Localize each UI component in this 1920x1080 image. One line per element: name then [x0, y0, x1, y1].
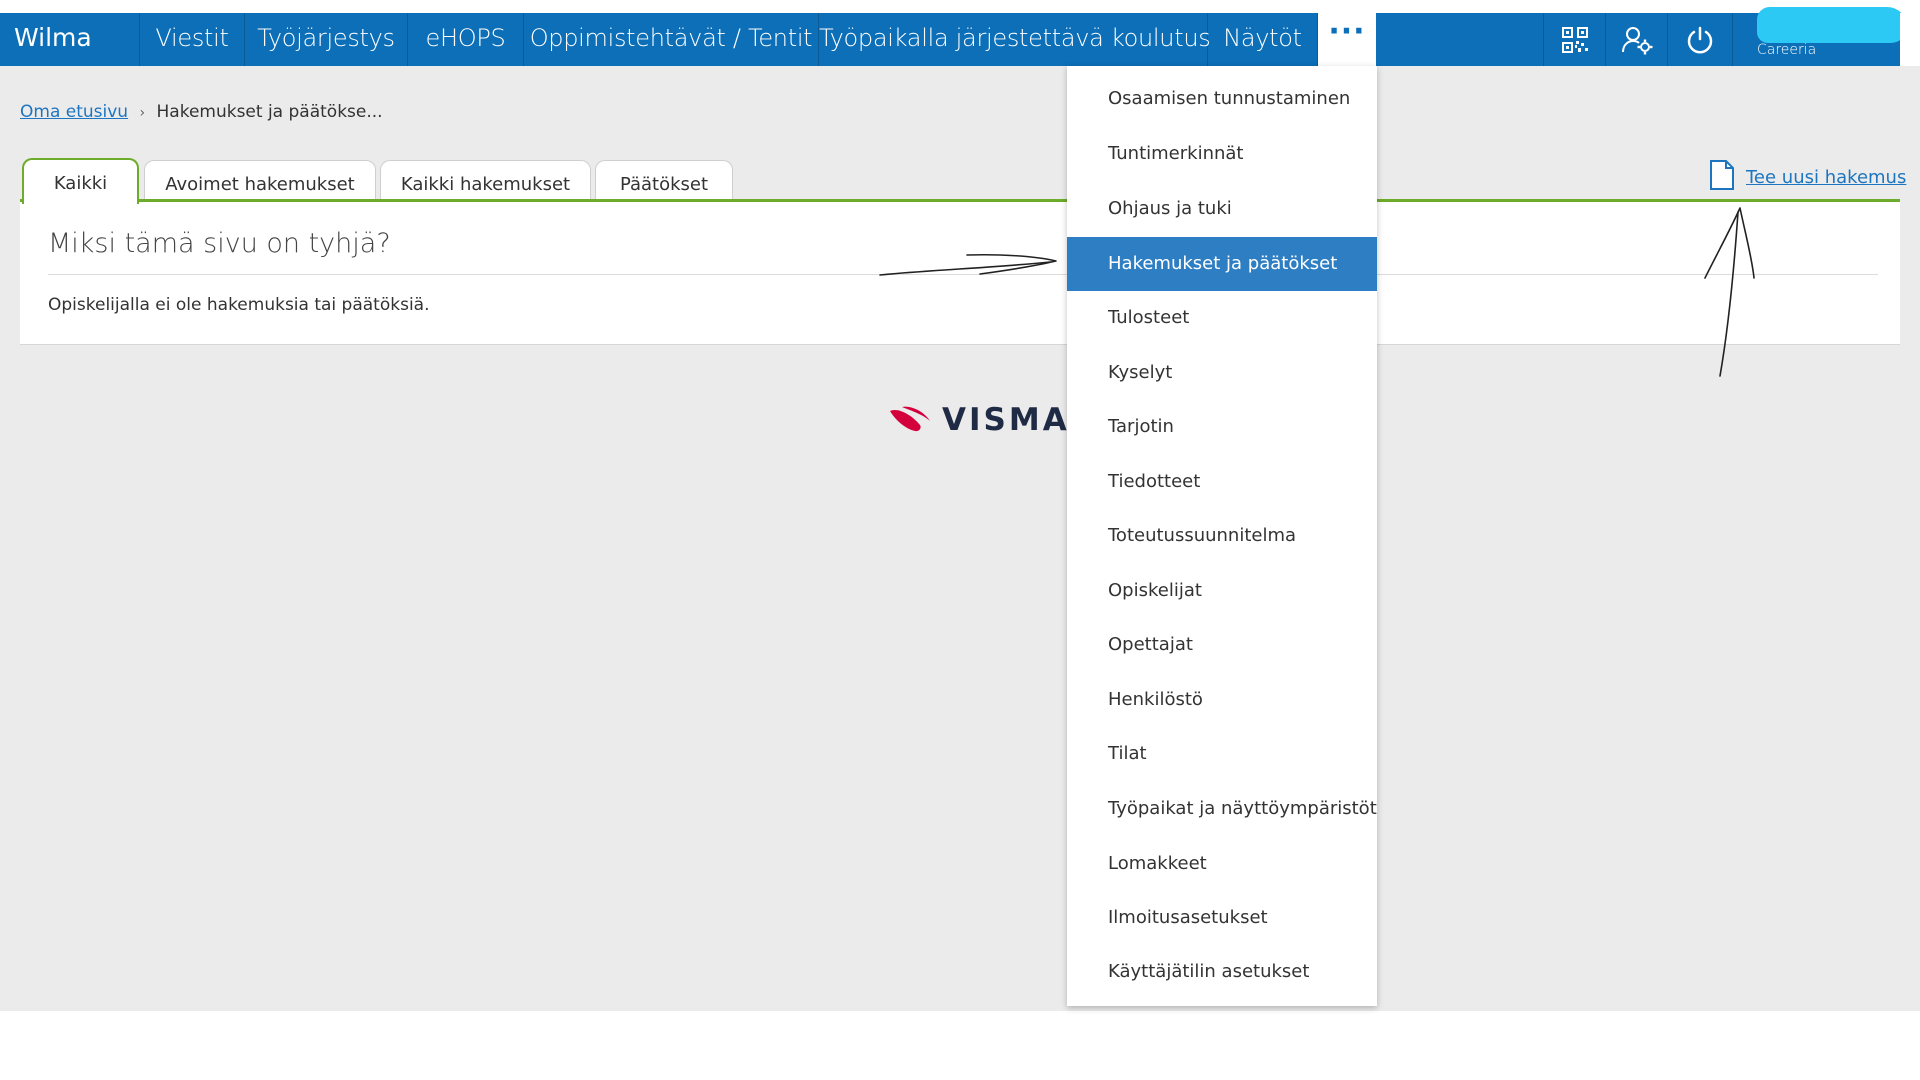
empty-page-text: Opiskelijalla ei ole hakemuksia tai päät… [48, 295, 430, 315]
visma-swoosh-icon [890, 406, 930, 432]
user-school: Careeria [1757, 42, 1817, 58]
top-strip [0, 0, 1920, 13]
breadcrumb-separator: › [139, 105, 146, 121]
menu-item-hakemukset-ja-paatokset[interactable]: Hakemukset ja päätökset [1067, 237, 1377, 291]
nav-right-edge [1900, 13, 1920, 66]
menu-item-toteutussuunnitelma[interactable]: Toteutussuunnitelma [1067, 509, 1377, 563]
menu-item-tilat[interactable]: Tilat [1067, 727, 1377, 781]
menu-item-tulosteet[interactable]: Tulosteet [1067, 291, 1377, 345]
nav-ehops[interactable]: eHOPS [408, 13, 524, 66]
more-menu-dropdown: Osaamisen tunnustaminen Tuntimerkinnät O… [1067, 66, 1377, 1006]
top-navigation: Wilma Viestit Työjärjestys eHOPS Oppimis… [0, 7, 1907, 66]
visma-wordmark: VISMA [942, 402, 1070, 438]
menu-item-tuntimerkinnat[interactable]: Tuntimerkinnät [1067, 127, 1377, 181]
tab-avoimet-hakemukset[interactable]: Avoimet hakemukset [144, 160, 376, 202]
nav-oppimistehtavat[interactable]: Oppimistehtävät / Tentit [524, 13, 819, 66]
document-icon [1708, 159, 1736, 195]
menu-item-osaamisen-tunnustaminen[interactable]: Osaamisen tunnustaminen [1067, 72, 1377, 126]
tab-kaikki[interactable]: Kaikki [22, 158, 139, 204]
menu-item-opiskelijat[interactable]: Opiskelijat [1067, 564, 1377, 618]
panel-divider [48, 274, 1878, 275]
tab-paatokset[interactable]: Päätökset [595, 160, 733, 202]
page-background [0, 0, 1920, 1011]
user-name-redacted [1757, 7, 1907, 43]
new-application-link[interactable]: Tee uusi hakemus [1708, 160, 1906, 194]
user-account[interactable]: Careeria [1732, 7, 1907, 66]
menu-item-tarjotin[interactable]: Tarjotin [1067, 400, 1377, 454]
nav-naytot[interactable]: Näytöt [1208, 13, 1318, 66]
tab-kaikki-hakemukset[interactable]: Kaikki hakemukset [380, 160, 591, 202]
tab-underline [20, 199, 1900, 202]
nav-tyopaikalla-koulutus[interactable]: Työpaikalla järjestettävä koulutus [819, 13, 1211, 66]
user-settings-icon[interactable] [1605, 13, 1667, 66]
menu-item-kayttajatilin-asetukset[interactable]: Käyttäjätilin asetukset [1067, 945, 1377, 999]
menu-item-tiedotteet[interactable]: Tiedotteet [1067, 455, 1377, 509]
breadcrumb-home-link[interactable]: Oma etusivu [20, 102, 128, 122]
menu-item-henkilosto[interactable]: Henkilöstö [1067, 673, 1377, 727]
menu-item-opettajat[interactable]: Opettajat [1067, 618, 1377, 672]
wilma-brand[interactable]: Wilma [0, 13, 140, 66]
menu-item-kyselyt[interactable]: Kyselyt [1067, 346, 1377, 400]
power-icon[interactable] [1667, 13, 1732, 66]
visma-logo: VISMA [888, 402, 1070, 438]
breadcrumb: Oma etusivu › Hakemukset ja päätökse... [20, 102, 383, 122]
more-menu-button[interactable]: ··· [1318, 13, 1376, 66]
nav-tyojarjestys[interactable]: Työjärjestys [245, 13, 408, 66]
menu-item-lomakkeet[interactable]: Lomakkeet [1067, 837, 1377, 891]
menu-item-tyopaikat-ja-nayttoymparistot[interactable]: Työpaikat ja näyttöympäristöt [1067, 782, 1377, 836]
nav-viestit[interactable]: Viestit [140, 13, 245, 66]
content-panel: Miksi tämä sivu on tyhjä? Opiskelijalla … [20, 202, 1900, 345]
empty-page-title: Miksi tämä sivu on tyhjä? [48, 228, 391, 259]
menu-item-ilmoitusasetukset[interactable]: Ilmoitusasetukset [1067, 891, 1377, 945]
breadcrumb-current: Hakemukset ja päätökse... [156, 102, 383, 122]
menu-item-ohjaus-ja-tuki[interactable]: Ohjaus ja tuki [1067, 182, 1377, 236]
new-application-label[interactable]: Tee uusi hakemus [1746, 167, 1906, 188]
qr-code-icon[interactable] [1543, 13, 1605, 66]
